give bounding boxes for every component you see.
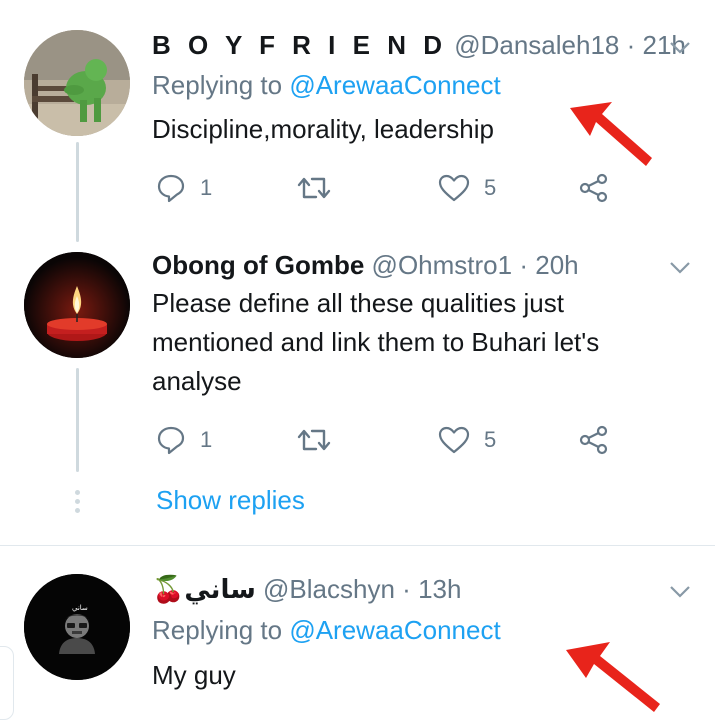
share-icon [579,425,608,455]
replying-to: Replying to @ArewaaConnect [152,70,501,100]
avatar[interactable] [24,252,130,358]
retweet-icon [297,177,331,199]
retweet-icon [297,429,331,451]
separator: · [519,250,528,280]
thread-dots [75,490,80,517]
tweet-header: 🍒ساني @Blacshyn · 13h [152,574,461,605]
thread-line [76,368,79,472]
replying-label: Replying to [152,615,283,645]
show-replies-link[interactable]: Show replies [156,484,305,516]
avatar[interactable]: ساني [24,574,130,680]
edge-element [0,646,14,720]
reply-icon [157,426,185,455]
separator: · [402,574,411,604]
divider [0,545,715,546]
tweet-header: Obong of Gombe @Ohmstro1 · 20h [152,250,579,280]
timestamp[interactable]: 20h [535,250,578,280]
like-icon [438,426,470,454]
replying-handle[interactable]: @ArewaaConnect [289,615,500,645]
reply-button[interactable]: 1 [156,168,212,208]
reply-count: 1 [200,427,213,452]
replying-label: Replying to [152,70,283,100]
tweet-actions: 1 5 [152,168,622,208]
tweet-text: Discipline,morality, leadership [152,114,494,144]
chevron-down-icon[interactable] [667,578,693,604]
timestamp[interactable]: 13h [418,574,461,604]
display-name[interactable]: B O Y F R I E N D [152,30,447,60]
tweet-text: Please define all these qualities just m… [152,288,600,396]
retweet-button[interactable] [296,420,332,460]
chevron-down-icon[interactable] [667,254,693,280]
avatar[interactable] [24,30,130,136]
svg-text:ساني: ساني [72,604,88,612]
like-button[interactable]: 5 [438,168,496,208]
like-count: 5 [484,175,497,200]
thread-line [76,142,79,242]
display-name[interactable]: ساني [184,575,255,605]
reply-count: 1 [200,175,213,200]
chevron-down-icon[interactable] [667,34,693,60]
reply-icon [157,174,185,203]
user-handle[interactable]: @Dansaleh18 [454,30,619,60]
user-handle[interactable]: @Ohmstro1 [372,250,513,280]
replying-handle[interactable]: @ArewaaConnect [289,70,500,100]
name-emoji: 🍒 [152,574,185,604]
tweet-actions: 1 5 [152,420,622,460]
tweet-text: My guy [152,660,236,690]
user-handle[interactable]: @Blacshyn [263,574,395,604]
replying-to: Replying to @ArewaaConnect [152,615,501,645]
like-icon [438,174,470,202]
separator: · [626,30,636,60]
tweet-header: B O Y F R I E N D @Dansaleh18 · 21h [152,30,686,60]
annotation-arrow [566,642,660,712]
like-count: 5 [484,427,497,452]
reply-button[interactable]: 1 [156,420,212,460]
retweet-button[interactable] [296,168,332,208]
annotation-arrow [570,102,652,166]
like-button[interactable]: 5 [438,420,496,460]
share-button[interactable] [578,420,610,460]
display-name[interactable]: Obong of Gombe [152,250,364,280]
